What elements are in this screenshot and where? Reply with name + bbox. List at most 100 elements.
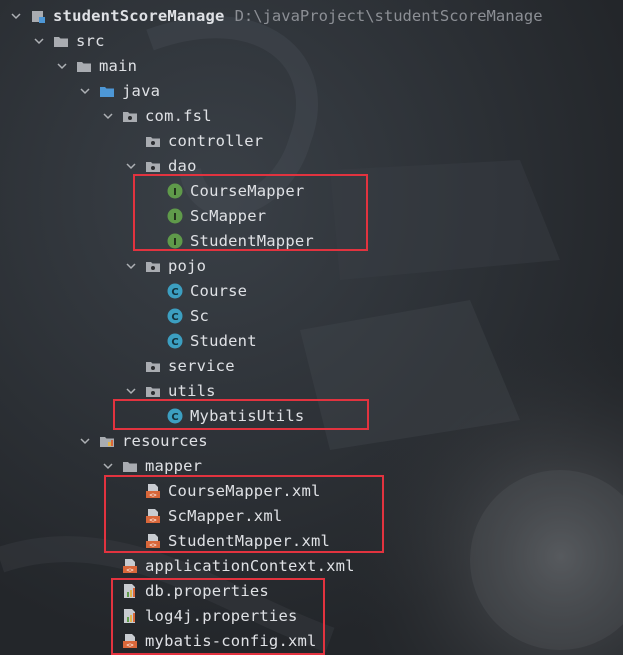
tree-row-controller[interactable]: controller <box>0 128 623 153</box>
resources-root-icon <box>99 433 115 449</box>
class-icon: C <box>167 283 183 299</box>
chevron-down-icon[interactable] <box>123 383 139 399</box>
svg-text:C: C <box>171 287 178 298</box>
xml-file-icon: <> <box>145 508 161 524</box>
interface-icon: I <box>167 233 183 249</box>
package-folder-icon <box>145 133 161 149</box>
xml-file-label: CourseMapper.xml <box>168 481 321 500</box>
folder-label-java: java <box>122 81 161 100</box>
tree-row-application-context[interactable]: <> applicationContext.xml <box>0 553 623 578</box>
tree-row-src[interactable]: src <box>0 28 623 53</box>
chevron-down-icon[interactable] <box>77 83 93 99</box>
tree-row-package[interactable]: com.fsl <box>0 103 623 128</box>
chevron-down-icon[interactable] <box>77 433 93 449</box>
tree-row-utils[interactable]: utils <box>0 378 623 403</box>
svg-text:I: I <box>173 212 177 223</box>
interface-icon: I <box>167 208 183 224</box>
class-icon: C <box>167 408 183 424</box>
tree-row-student-mapper-xml[interactable]: <> StudentMapper.xml <box>0 528 623 553</box>
package-folder-icon <box>145 158 161 174</box>
properties-file-icon <box>122 608 138 624</box>
tree-row-course-mapper-xml[interactable]: <> CourseMapper.xml <box>0 478 623 503</box>
package-label-utils: utils <box>168 381 216 400</box>
chevron-down-icon[interactable] <box>123 258 139 274</box>
package-folder-icon <box>145 258 161 274</box>
svg-text:C: C <box>171 312 178 323</box>
svg-text:<>: <> <box>149 492 157 499</box>
class-icon: C <box>167 333 183 349</box>
package-label-controller: controller <box>168 131 264 150</box>
xml-file-icon: <> <box>122 633 138 649</box>
folder-label-mapper: mapper <box>145 456 203 475</box>
package-folder-icon <box>145 383 161 399</box>
tree-row-mapper-folder[interactable]: mapper <box>0 453 623 478</box>
interface-label: CourseMapper <box>190 181 305 200</box>
tree-row-dao[interactable]: dao <box>0 153 623 178</box>
xml-file-icon: <> <box>145 533 161 549</box>
folder-icon <box>53 33 69 49</box>
class-label: Course <box>190 281 248 300</box>
tree-row-student-mapper[interactable]: I StudentMapper <box>0 228 623 253</box>
svg-text:I: I <box>173 237 177 248</box>
svg-text:<>: <> <box>126 642 134 649</box>
folder-icon <box>122 458 138 474</box>
package-label-dao: dao <box>168 156 197 175</box>
xml-file-label: StudentMapper.xml <box>168 531 331 550</box>
tree-row-course-mapper[interactable]: I CourseMapper <box>0 178 623 203</box>
tree-row-resources[interactable]: resources <box>0 428 623 453</box>
properties-file-label: log4j.properties <box>145 606 298 625</box>
folder-label-resources: resources <box>122 431 208 450</box>
folder-label-main: main <box>99 56 138 75</box>
package-label-pojo: pojo <box>168 256 207 275</box>
class-label: Student <box>190 331 257 350</box>
tree-row-pojo[interactable]: pojo <box>0 253 623 278</box>
chevron-down-icon[interactable] <box>8 8 24 24</box>
svg-text:C: C <box>171 412 178 423</box>
project-tree: studentScoreManage D:\javaProject\studen… <box>0 0 623 655</box>
svg-text:C: C <box>171 337 178 348</box>
project-name: studentScoreManage <box>53 6 225 25</box>
class-icon: C <box>167 308 183 324</box>
tree-row-course[interactable]: C Course <box>0 278 623 303</box>
project-path: D:\javaProject\studentScoreManage <box>234 6 543 25</box>
interface-label: StudentMapper <box>190 231 314 250</box>
tree-row-main[interactable]: main <box>0 53 623 78</box>
xml-file-label: applicationContext.xml <box>145 556 355 575</box>
tree-row-mybatis-config[interactable]: <> mybatis-config.xml <box>0 628 623 653</box>
package-folder-icon <box>145 358 161 374</box>
tree-row-sc-mapper[interactable]: I ScMapper <box>0 203 623 228</box>
class-label: Sc <box>190 306 210 325</box>
properties-file-label: db.properties <box>145 581 269 600</box>
source-root-icon <box>99 83 115 99</box>
tree-row-project[interactable]: studentScoreManage D:\javaProject\studen… <box>0 3 623 28</box>
folder-icon <box>76 58 92 74</box>
tree-row-db-properties[interactable]: db.properties <box>0 578 623 603</box>
interface-icon: I <box>167 183 183 199</box>
folder-label-src: src <box>76 31 105 50</box>
package-label-service: service <box>168 356 235 375</box>
module-icon <box>30 8 46 24</box>
chevron-down-icon[interactable] <box>123 158 139 174</box>
chevron-down-icon[interactable] <box>31 33 47 49</box>
chevron-down-icon[interactable] <box>100 108 116 124</box>
xml-file-label: ScMapper.xml <box>168 506 283 525</box>
svg-text:<>: <> <box>149 542 157 549</box>
svg-text:I: I <box>173 187 177 198</box>
package-folder-icon <box>122 108 138 124</box>
tree-row-mybatis-utils[interactable]: C MybatisUtils <box>0 403 623 428</box>
tree-row-service[interactable]: service <box>0 353 623 378</box>
chevron-down-icon[interactable] <box>100 458 116 474</box>
tree-row-student[interactable]: C Student <box>0 328 623 353</box>
svg-text:<>: <> <box>126 567 134 574</box>
xml-file-icon: <> <box>122 558 138 574</box>
svg-text:<>: <> <box>149 517 157 524</box>
tree-row-sc-mapper-xml[interactable]: <> ScMapper.xml <box>0 503 623 528</box>
interface-label: ScMapper <box>190 206 267 225</box>
package-label: com.fsl <box>145 106 212 125</box>
chevron-down-icon[interactable] <box>54 58 70 74</box>
tree-row-log4j-properties[interactable]: log4j.properties <box>0 603 623 628</box>
properties-file-icon <box>122 583 138 599</box>
tree-row-sc[interactable]: C Sc <box>0 303 623 328</box>
xml-file-icon: <> <box>145 483 161 499</box>
tree-row-java[interactable]: java <box>0 78 623 103</box>
